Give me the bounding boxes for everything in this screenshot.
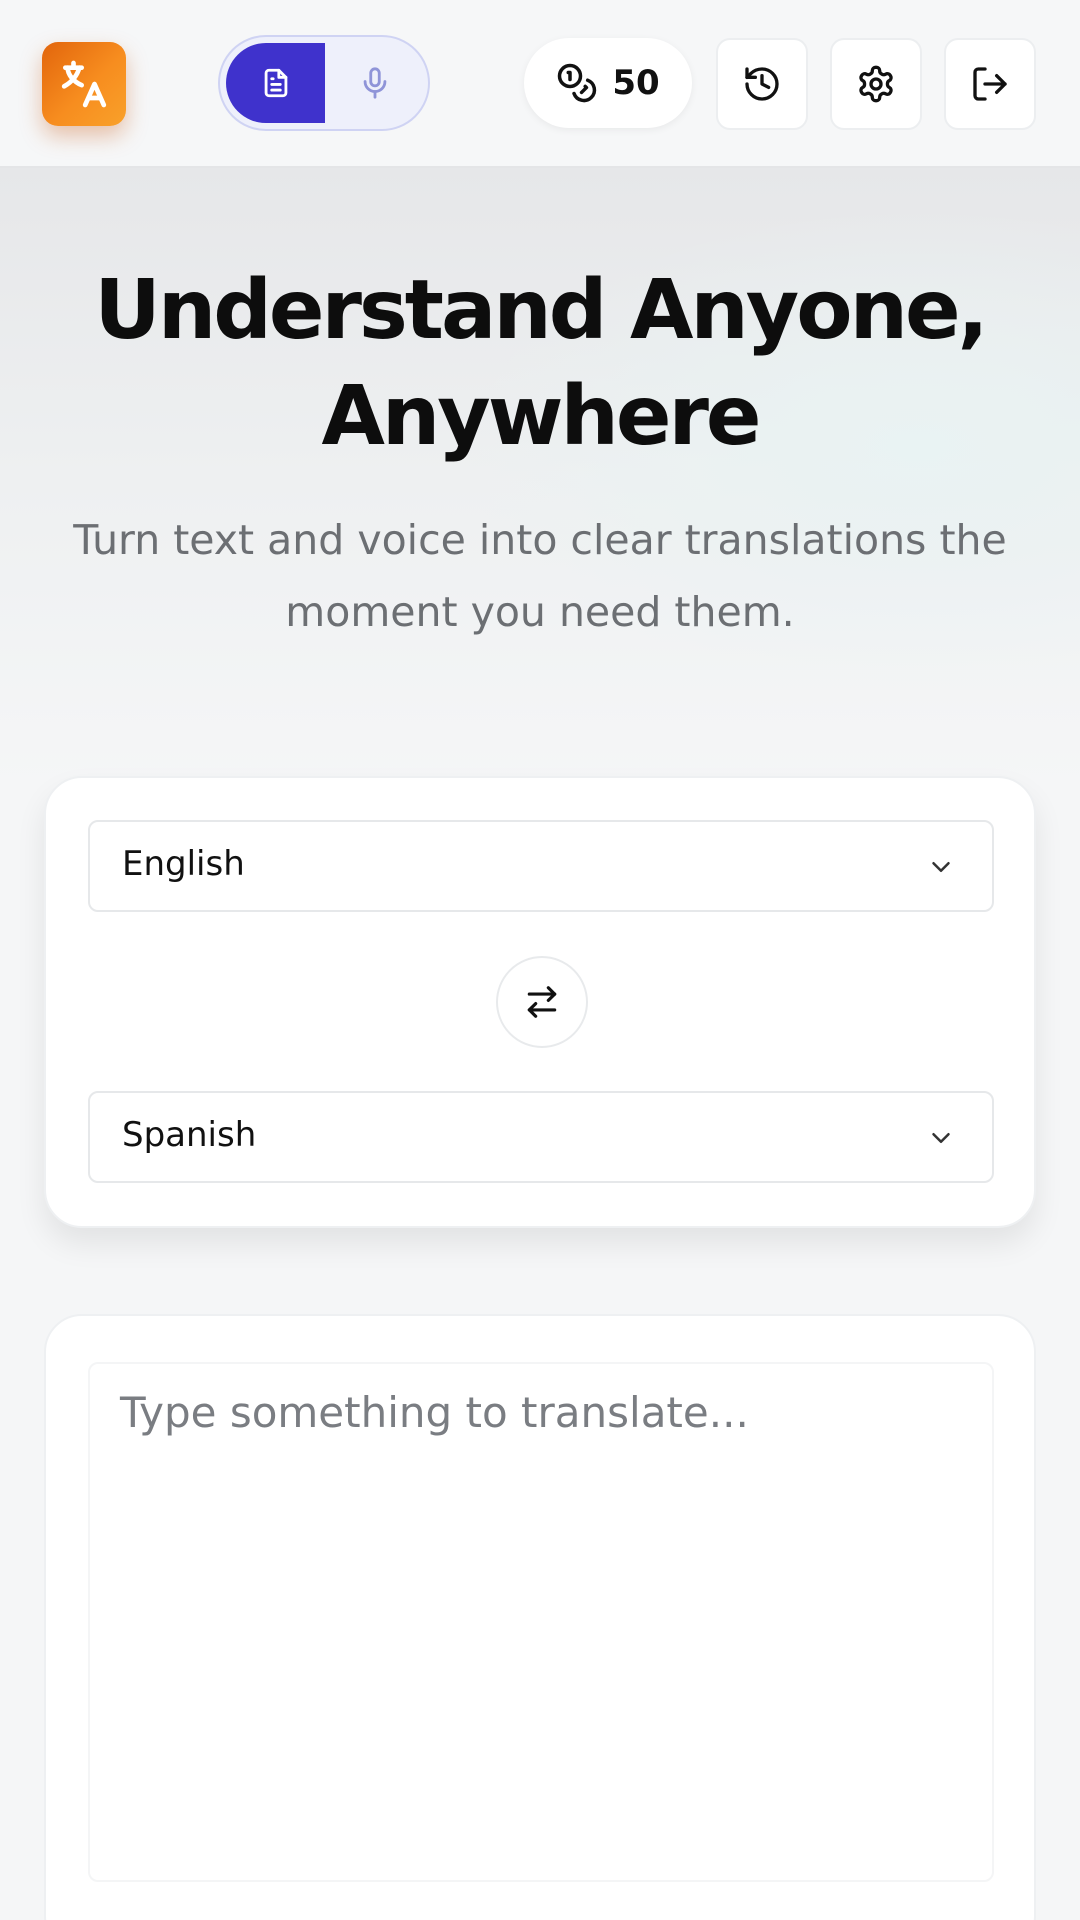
history-icon: [745, 67, 779, 101]
title-line-1: Understand Anyone,: [94, 263, 988, 358]
subtitle-line-2: moment you need them.: [285, 588, 795, 636]
title-line-2: Anywhere: [321, 369, 761, 464]
page-subtitle: Turn text and voice into clear translati…: [60, 504, 1020, 648]
credits-badge[interactable]: 50: [524, 38, 692, 128]
target-language-select[interactable]: Spanish: [88, 1091, 994, 1183]
source-language-value: English: [122, 844, 245, 884]
voice-mode-button[interactable]: [326, 43, 424, 123]
translate-icon: [61, 60, 107, 108]
translation-input-card: [44, 1314, 1036, 1920]
swap-languages-button[interactable]: [496, 956, 588, 1048]
microphone-icon: [363, 67, 387, 99]
chevron-down-icon: [932, 862, 950, 872]
page-title: Understand Anyone, Anywhere: [40, 258, 1040, 470]
mode-toggle: [218, 35, 430, 131]
coins-icon: [558, 63, 597, 103]
subtitle-line-1: Turn text and voice into clear translati…: [73, 516, 1007, 564]
logout-icon: [973, 67, 1007, 101]
source-language-select[interactable]: English: [88, 820, 994, 912]
logout-button[interactable]: [944, 38, 1036, 130]
text-mode-button[interactable]: [226, 43, 325, 123]
settings-button[interactable]: [830, 38, 922, 130]
credits-count: 50: [612, 63, 660, 103]
swap-icon: [527, 986, 557, 1018]
app-header: 50: [0, 0, 1080, 168]
chevron-down-icon: [932, 1133, 950, 1143]
language-selector-card: English Spanish: [44, 776, 1036, 1228]
app-logo: [42, 42, 126, 126]
history-button[interactable]: [716, 38, 808, 130]
gear-icon: [859, 65, 893, 103]
translate-text-input[interactable]: [88, 1362, 994, 1882]
target-language-value: Spanish: [122, 1115, 257, 1155]
document-icon: [264, 68, 287, 98]
